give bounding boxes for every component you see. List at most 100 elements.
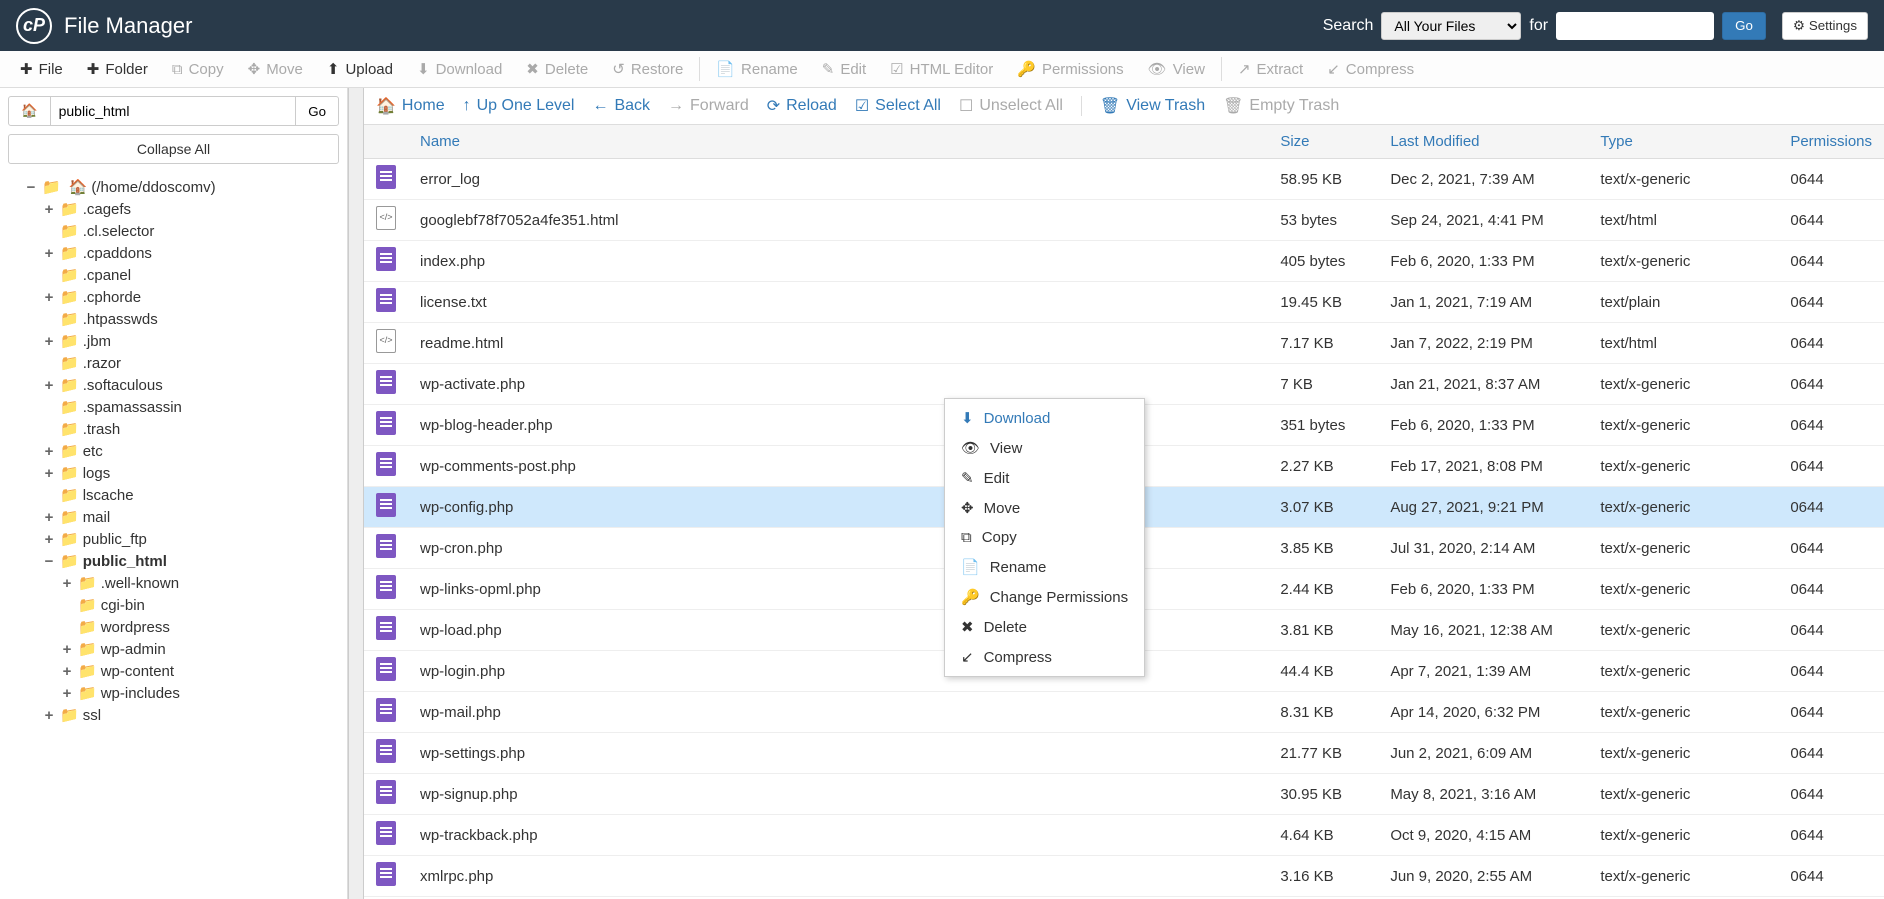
tree-item[interactable]: 📁lscache bbox=[8, 484, 339, 506]
tree-item[interactable]: 📁cgi-bin bbox=[8, 594, 339, 616]
move-button[interactable]: ✥Move bbox=[236, 54, 315, 84]
tree-toggle[interactable]: − bbox=[24, 179, 38, 196]
nav-view-trash-button[interactable]: 🗑View Trash bbox=[1100, 96, 1205, 116]
col-permissions[interactable]: Permissions bbox=[1778, 125, 1884, 159]
tree-item[interactable]: 📁.htpasswds bbox=[8, 308, 339, 330]
restore-button[interactable]: ↺Restore bbox=[600, 54, 695, 84]
table-row[interactable]: readme.html7.17 KBJan 7, 2022, 2:19 PMte… bbox=[364, 323, 1884, 364]
tree-toggle[interactable]: + bbox=[42, 509, 56, 526]
tree-toggle[interactable]: + bbox=[42, 201, 56, 218]
tree-toggle[interactable]: + bbox=[42, 531, 56, 548]
path-input[interactable] bbox=[51, 96, 296, 126]
table-row[interactable]: license.txt19.45 KBJan 1, 2021, 7:19 AMt… bbox=[364, 282, 1884, 323]
upload-button[interactable]: ⬆Upload bbox=[315, 54, 405, 84]
tree-root[interactable]: − 📁 🏠 (/home/ddoscomv) bbox=[8, 176, 339, 198]
col-icon[interactable] bbox=[364, 125, 408, 159]
nav-select-all-button[interactable]: ☑Select All bbox=[855, 96, 941, 116]
tree-item[interactable]: 📁.cl.selector bbox=[8, 220, 339, 242]
tree-toggle[interactable]: + bbox=[42, 245, 56, 262]
ctx-rename[interactable]: 📄Rename bbox=[945, 552, 1144, 582]
tree-toggle[interactable]: + bbox=[42, 289, 56, 306]
tree-item[interactable]: +📁wp-content bbox=[8, 660, 339, 682]
tree-item[interactable]: +📁logs bbox=[8, 462, 339, 484]
compress-button[interactable]: ↙Compress bbox=[1315, 54, 1426, 84]
tree-item[interactable]: +📁.softaculous bbox=[8, 374, 339, 396]
extract-button[interactable]: ↗Extract bbox=[1226, 54, 1315, 84]
tree-toggle[interactable]: + bbox=[42, 443, 56, 460]
search-input[interactable] bbox=[1556, 12, 1714, 40]
ctx-delete[interactable]: ✖Delete bbox=[945, 612, 1144, 642]
nav-back-button[interactable]: ←Back bbox=[592, 97, 650, 115]
tree-item[interactable]: 📁.trash bbox=[8, 418, 339, 440]
tree-toggle[interactable]: + bbox=[60, 575, 74, 592]
search-scope-select[interactable]: All Your Files bbox=[1381, 12, 1521, 40]
nav-reload-button[interactable]: ⟳Reload bbox=[767, 96, 837, 116]
new-file-button[interactable]: ✚File bbox=[8, 54, 75, 84]
tree-toggle[interactable]: + bbox=[42, 333, 56, 350]
ctx-edit[interactable]: ✎Edit bbox=[945, 463, 1144, 493]
tree-item[interactable]: −📁public_html bbox=[8, 550, 339, 572]
table-row[interactable]: error_log58.95 KBDec 2, 2021, 7:39 AMtex… bbox=[364, 159, 1884, 200]
tree-item[interactable]: +📁.cphorde bbox=[8, 286, 339, 308]
ctx-move[interactable]: ✥Move bbox=[945, 493, 1144, 523]
ctx-view[interactable]: 👁View bbox=[945, 433, 1144, 463]
tree-item[interactable]: +📁etc bbox=[8, 440, 339, 462]
ctx-permissions[interactable]: 🔑Change Permissions bbox=[945, 582, 1144, 612]
tree-item[interactable]: +📁.jbm bbox=[8, 330, 339, 352]
delete-button[interactable]: ✖Delete bbox=[514, 54, 600, 84]
settings-button[interactable]: ⚙ Settings bbox=[1782, 12, 1868, 40]
tree-toggle[interactable]: + bbox=[60, 641, 74, 658]
col-name[interactable]: Name bbox=[408, 125, 1268, 159]
new-folder-button[interactable]: ✚Folder bbox=[75, 54, 160, 84]
tree-toggle[interactable]: + bbox=[42, 707, 56, 724]
permissions-button[interactable]: 🔑Permissions bbox=[1005, 54, 1135, 84]
tree-item[interactable]: +📁.cagefs bbox=[8, 198, 339, 220]
col-size[interactable]: Size bbox=[1268, 125, 1378, 159]
tree-item[interactable]: 📁.cpanel bbox=[8, 264, 339, 286]
search-go-button[interactable]: Go bbox=[1722, 12, 1766, 40]
table-row[interactable]: wp-trackback.php4.64 KBOct 9, 2020, 4:15… bbox=[364, 815, 1884, 856]
tree-item[interactable]: 📁.razor bbox=[8, 352, 339, 374]
rename-button[interactable]: 📄Rename bbox=[704, 54, 809, 84]
col-modified[interactable]: Last Modified bbox=[1378, 125, 1588, 159]
table-row[interactable]: wp-mail.php8.31 KBApr 14, 2020, 6:32 PMt… bbox=[364, 692, 1884, 733]
tree-item[interactable]: +📁mail bbox=[8, 506, 339, 528]
tree-toggle[interactable]: + bbox=[42, 465, 56, 482]
tree-toggle[interactable]: − bbox=[42, 553, 56, 570]
ctx-download[interactable]: ⬇Download bbox=[945, 403, 1144, 433]
tree-item[interactable]: 📁.spamassassin bbox=[8, 396, 339, 418]
tree-item[interactable]: +📁wp-includes bbox=[8, 682, 339, 704]
nav-empty-trash-button[interactable]: 🗑Empty Trash bbox=[1223, 96, 1339, 116]
html-editor-button[interactable]: ☑HTML Editor bbox=[878, 54, 1005, 84]
path-go-button[interactable]: Go bbox=[295, 96, 339, 126]
download-button[interactable]: ⬇Download bbox=[405, 54, 514, 84]
view-button[interactable]: 👁View bbox=[1136, 54, 1217, 84]
sidebar-home-button[interactable]: 🏠 bbox=[8, 96, 51, 126]
nav-unselect-all-button[interactable]: ☐Unselect All bbox=[959, 96, 1063, 116]
copy-button[interactable]: ⧉Copy bbox=[160, 55, 236, 84]
splitter[interactable] bbox=[348, 88, 364, 899]
ctx-copy[interactable]: ⧉Copy bbox=[945, 523, 1144, 552]
tree-toggle[interactable]: + bbox=[60, 685, 74, 702]
tree-toggle[interactable]: + bbox=[60, 663, 74, 680]
table-row[interactable]: wp-settings.php21.77 KBJun 2, 2021, 6:09… bbox=[364, 733, 1884, 774]
tree-item[interactable]: +📁.cpaddons bbox=[8, 242, 339, 264]
tree-item[interactable]: +📁wp-admin bbox=[8, 638, 339, 660]
table-row[interactable]: wp-signup.php30.95 KBMay 8, 2021, 3:16 A… bbox=[364, 774, 1884, 815]
table-row[interactable]: googlebf78f7052a4fe351.html53 bytesSep 2… bbox=[364, 200, 1884, 241]
table-row[interactable]: xmlrpc.php3.16 KBJun 9, 2020, 2:55 AMtex… bbox=[364, 856, 1884, 897]
tree-item[interactable]: 📁wordpress bbox=[8, 616, 339, 638]
table-row[interactable]: index.php405 bytesFeb 6, 2020, 1:33 PMte… bbox=[364, 241, 1884, 282]
col-type[interactable]: Type bbox=[1588, 125, 1778, 159]
tree-item-label: .well-known bbox=[101, 575, 179, 592]
tree-item[interactable]: +📁public_ftp bbox=[8, 528, 339, 550]
nav-forward-button[interactable]: →Forward bbox=[668, 97, 749, 115]
nav-home-button[interactable]: 🏠Home bbox=[376, 96, 445, 116]
edit-button[interactable]: ✎Edit bbox=[810, 54, 878, 84]
tree-item[interactable]: +📁.well-known bbox=[8, 572, 339, 594]
tree-item[interactable]: +📁ssl bbox=[8, 704, 339, 726]
nav-up-button[interactable]: ↑Up One Level bbox=[463, 97, 575, 115]
ctx-compress[interactable]: ↙Compress bbox=[945, 642, 1144, 672]
collapse-all-button[interactable]: Collapse All bbox=[8, 134, 339, 164]
tree-toggle[interactable]: + bbox=[42, 377, 56, 394]
